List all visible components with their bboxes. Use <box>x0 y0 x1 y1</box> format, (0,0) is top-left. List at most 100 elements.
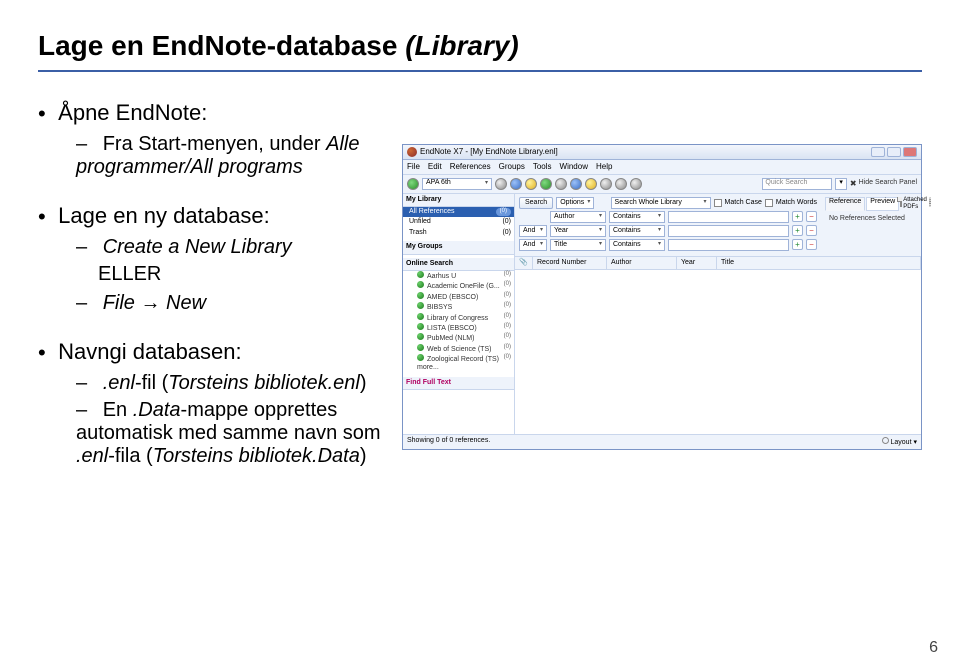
match-words-checkbox[interactable] <box>765 199 773 207</box>
tool-icon[interactable] <box>570 178 582 190</box>
menu-help[interactable]: Help <box>596 162 612 172</box>
value-input[interactable] <box>668 239 789 251</box>
tool-icon[interactable] <box>525 178 537 190</box>
tool-icon[interactable] <box>585 178 597 190</box>
tab-preview[interactable]: Preview <box>866 197 899 211</box>
remove-row-button[interactable]: − <box>806 211 817 222</box>
close-button[interactable] <box>903 147 917 157</box>
status-bar: Showing 0 of 0 references. Layout ▾ <box>403 434 921 449</box>
tool-icon[interactable] <box>615 178 627 190</box>
sidebar-item-provider[interactable]: Zoological Record (TS)(0) <box>403 354 514 364</box>
title-italic: (Library) <box>405 30 519 61</box>
menu-file[interactable]: File <box>407 162 420 172</box>
sidebar-item-unfiled[interactable]: Unfiled(0) <box>403 217 514 227</box>
sidebar-item-provider[interactable]: Academic OneFile (G...(0) <box>403 281 514 291</box>
sub-enl-file: .enl-fil (Torsteins bibliotek.enl) <box>76 372 388 395</box>
sync-icon[interactable] <box>407 178 419 190</box>
tab-reference[interactable]: Reference <box>825 197 865 211</box>
sidebar-item-provider[interactable]: Aarhus U(0) <box>403 271 514 281</box>
window-title: EndNote X7 - [My EndNote Library.enl] <box>420 147 558 157</box>
sidebar-item-more[interactable]: more... <box>403 364 514 372</box>
tool-icon[interactable] <box>510 178 522 190</box>
tool-icon[interactable] <box>495 178 507 190</box>
sidebar-item-all-references[interactable]: All References(0) <box>403 207 514 217</box>
options-select[interactable]: Options▾ <box>556 197 594 209</box>
add-row-button[interactable]: + <box>792 225 803 236</box>
style-select[interactable]: APA 6th▾ <box>422 178 492 190</box>
col-attachment[interactable]: 📎 <box>515 257 533 269</box>
menu-tools[interactable]: Tools <box>533 162 552 172</box>
bullet-text: Lage en ny database: <box>58 203 270 228</box>
field-select[interactable]: Title▾ <box>550 239 606 251</box>
sidebar-item-provider[interactable]: Web of Science (TS)(0) <box>403 344 514 354</box>
remove-row-button[interactable]: − <box>806 225 817 236</box>
add-row-button[interactable]: + <box>792 239 803 250</box>
sidebar-section-my-library: My Library <box>403 194 514 207</box>
value-input[interactable] <box>668 225 789 237</box>
sidebar-section-online-search: Online Search <box>403 258 514 271</box>
quick-search-dropdown[interactable]: ▾ <box>835 178 847 190</box>
menu-edit[interactable]: Edit <box>428 162 442 172</box>
search-panel: Search Options▾ Search Whole Library▾ Ma… <box>515 194 821 257</box>
value-input[interactable] <box>668 211 789 223</box>
minimize-button[interactable] <box>871 147 885 157</box>
sidebar-item-provider[interactable]: BIBSYS(0) <box>403 302 514 312</box>
grid-header: 📎 Record Number Author Year Title <box>515 257 921 270</box>
col-title[interactable]: Title <box>717 257 921 269</box>
bool-select[interactable]: And▾ <box>519 239 547 251</box>
scope-select[interactable]: Search Whole Library▾ <box>611 197 711 209</box>
attached-pdf-label: Attached PDFs <box>903 197 927 211</box>
app-icon <box>407 147 417 157</box>
menu-window[interactable]: Window <box>560 162 588 172</box>
sub-create-library: Create a New Library <box>76 236 388 259</box>
help-icon[interactable] <box>630 178 642 190</box>
sidebar-item-provider[interactable]: AMED (EBSCO)(0) <box>403 292 514 302</box>
sub-eller: ELLER <box>38 263 388 286</box>
attached-pdf-icon[interactable] <box>900 197 902 207</box>
col-author[interactable]: Author <box>607 257 677 269</box>
sidebar-section-find-full-text[interactable]: Find Full Text <box>403 377 514 390</box>
quick-search-input[interactable]: Quick Search <box>762 178 832 190</box>
search-button[interactable]: Search <box>519 197 553 209</box>
title-underline <box>38 70 922 72</box>
main-area: Search Options▾ Search Whole Library▾ Ma… <box>515 194 921 434</box>
sidebar-item-provider[interactable]: PubMed (NLM)(0) <box>403 333 514 343</box>
page-title: Lage en EndNote-database (Library) <box>38 30 922 62</box>
bool-select[interactable]: And▾ <box>519 225 547 237</box>
grid-body <box>515 270 921 433</box>
sub-file-new: File → New <box>76 292 388 315</box>
tool-icon[interactable] <box>555 178 567 190</box>
no-references-msg: No References Selected <box>825 211 917 227</box>
match-case-checkbox[interactable] <box>714 199 722 207</box>
op-select[interactable]: Contains▾ <box>609 225 665 237</box>
sub-data-folder: En .Data-mappe opprettes automatisk med … <box>76 399 388 468</box>
op-select[interactable]: Contains▾ <box>609 239 665 251</box>
sidebar-item-provider[interactable]: Library of Congress(0) <box>403 313 514 323</box>
field-select[interactable]: Year▾ <box>550 225 606 237</box>
remove-row-button[interactable]: − <box>806 239 817 250</box>
title-plain: Lage en EndNote-database <box>38 30 405 61</box>
menu-references[interactable]: References <box>450 162 491 172</box>
field-select[interactable]: Author▾ <box>550 211 606 223</box>
col-record-number[interactable]: Record Number <box>533 257 607 269</box>
col-year[interactable]: Year <box>677 257 717 269</box>
gear-icon[interactable] <box>929 197 931 207</box>
sidebar-section-my-groups: My Groups <box>403 241 514 254</box>
page-number: 6 <box>929 639 938 657</box>
layout-control[interactable]: Layout ▾ <box>882 437 917 447</box>
op-select[interactable]: Contains▾ <box>609 211 665 223</box>
menu-groups[interactable]: Groups <box>499 162 525 172</box>
maximize-button[interactable] <box>887 147 901 157</box>
tool-icon[interactable] <box>600 178 612 190</box>
tool-icon[interactable] <box>540 178 552 190</box>
sidebar-item-provider[interactable]: LISTA (EBSCO)(0) <box>403 323 514 333</box>
sidebar-item-trash[interactable]: Trash(0) <box>403 228 514 238</box>
bullet-open-endnote: Åpne EndNote: Fra Start-menyen, under Al… <box>38 100 388 179</box>
sidebar: My Library All References(0) Unfiled(0) … <box>403 194 515 434</box>
sub-start-menu: Fra Start-menyen, under Alle programmer/… <box>76 133 388 179</box>
bullet-text: Åpne EndNote: <box>58 100 207 125</box>
bullet-new-db: Lage en ny database: Create a New Librar… <box>38 203 388 315</box>
add-row-button[interactable]: + <box>792 211 803 222</box>
hide-search-panel[interactable]: ✖Hide Search Panel <box>850 179 917 189</box>
status-text: Showing 0 of 0 references. <box>407 437 490 447</box>
